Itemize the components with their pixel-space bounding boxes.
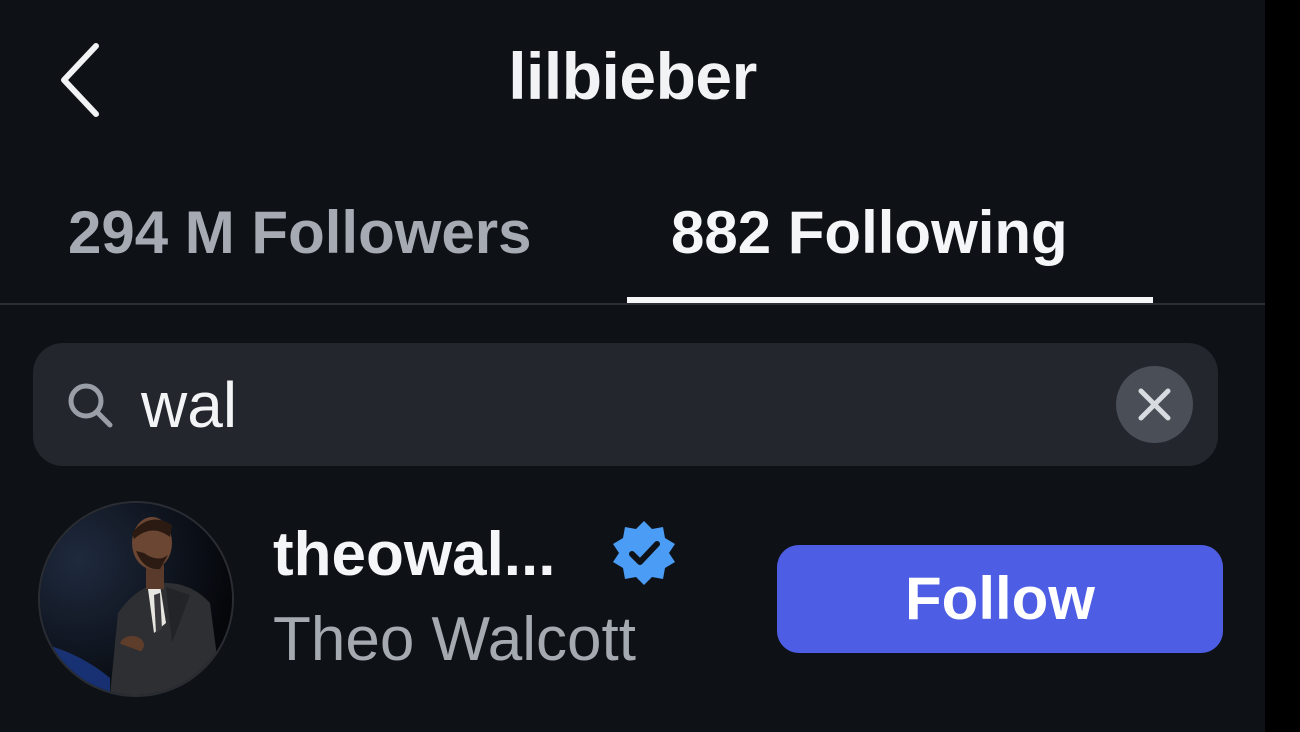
follow-button[interactable]: Follow xyxy=(777,545,1223,653)
avatar[interactable] xyxy=(40,503,232,695)
verified-badge-icon xyxy=(613,521,675,585)
following-screen: lilbieber 294 M Followers 882 Following xyxy=(0,0,1265,732)
search-icon xyxy=(68,383,113,428)
screen-edge xyxy=(1265,0,1300,732)
close-icon xyxy=(1138,388,1171,421)
search-bar[interactable] xyxy=(33,343,1218,466)
search-input[interactable] xyxy=(141,357,1081,453)
username[interactable]: theowal... xyxy=(273,515,555,595)
page-title: lilbieber xyxy=(508,39,757,113)
tab-divider xyxy=(0,303,1265,305)
list-item[interactable]: theowal... Theo Walcott Follow xyxy=(0,495,1265,705)
tab-following[interactable]: 882 Following xyxy=(671,188,1068,278)
clear-search-button[interactable] xyxy=(1116,366,1193,443)
tab-followers[interactable]: 294 M Followers xyxy=(68,188,531,278)
display-name: Theo Walcott xyxy=(273,605,636,674)
